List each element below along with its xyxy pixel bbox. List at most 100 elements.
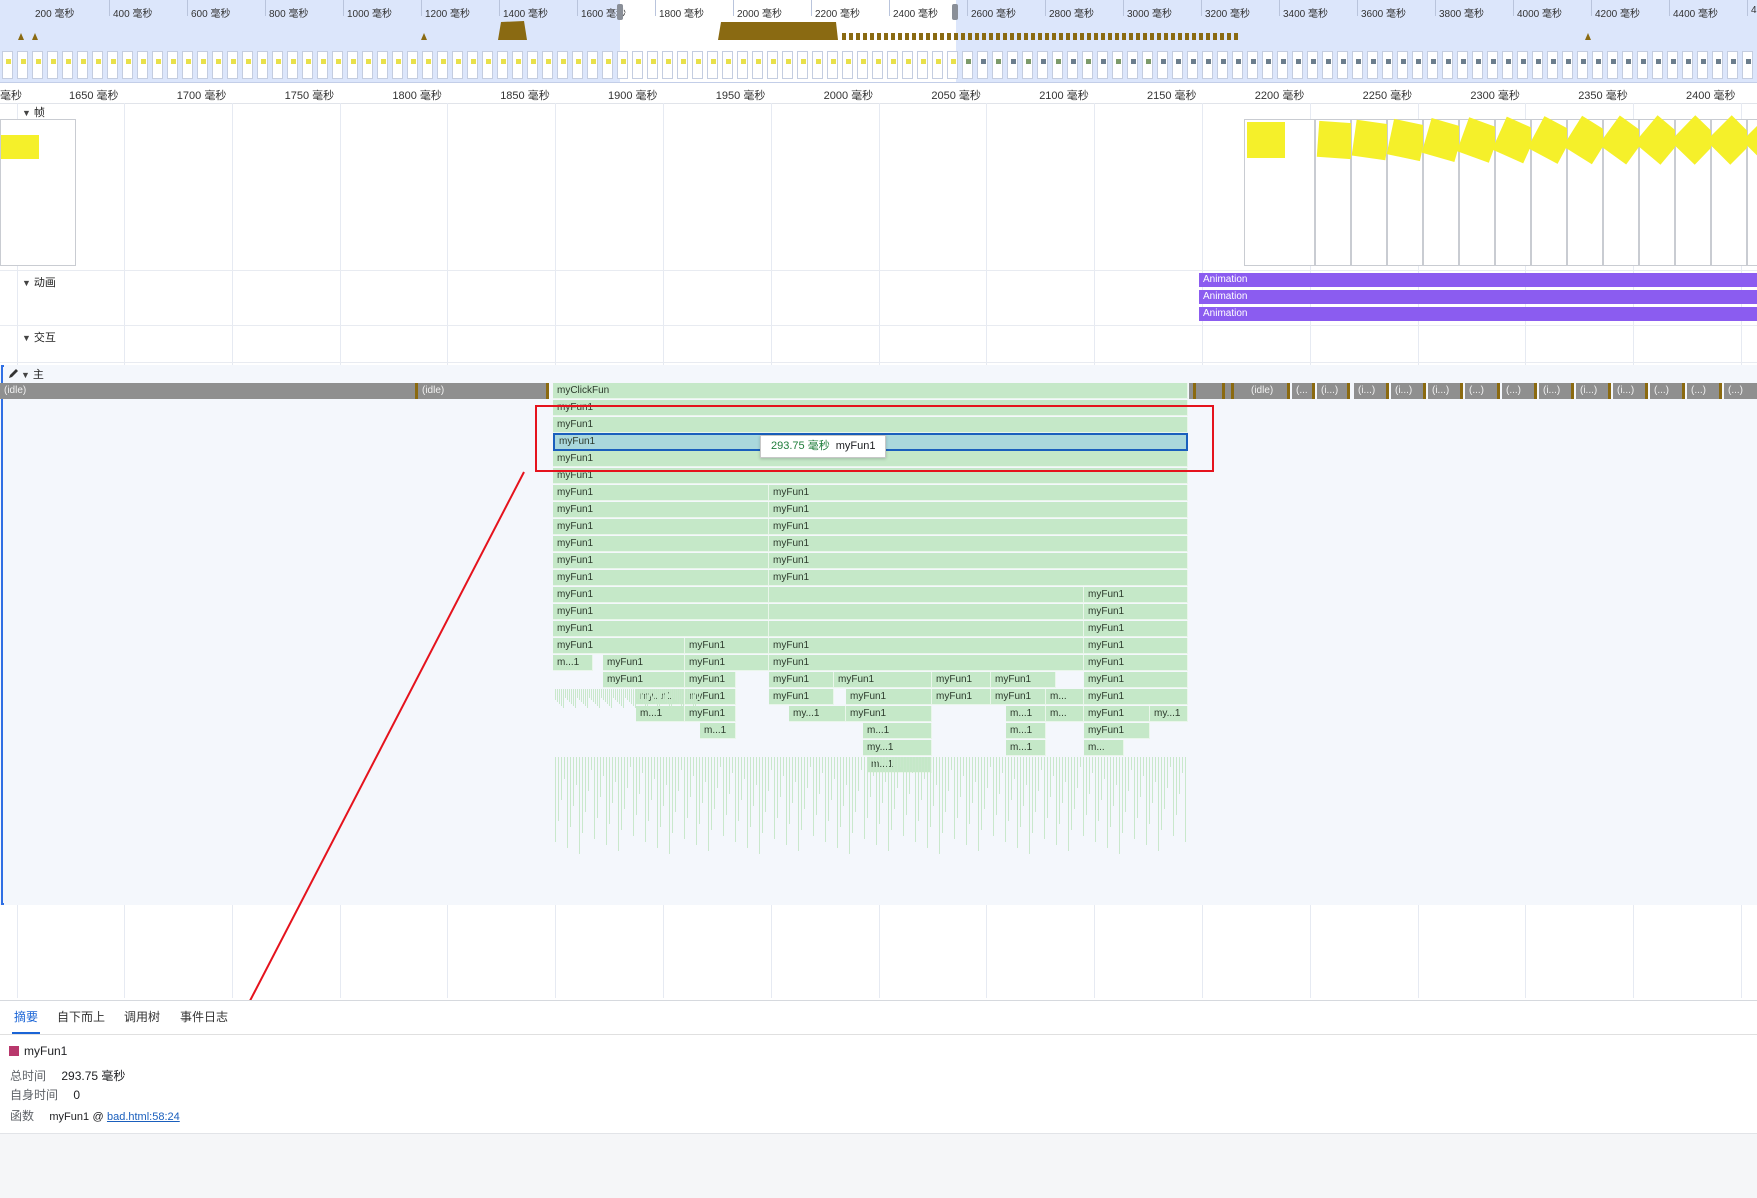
frame-thumbnail[interactable] <box>1386 118 1428 266</box>
idle-block[interactable]: (idle) <box>1247 383 1287 399</box>
call-bar[interactable]: myFun1 <box>769 689 834 705</box>
call-bar[interactable] <box>769 587 1084 603</box>
call-bar[interactable]: myFun1 <box>1084 604 1188 620</box>
call-bar[interactable]: myFun1 <box>553 570 769 586</box>
root-call-bar[interactable]: myClickFun <box>553 383 1188 399</box>
idle-block[interactable]: (...) <box>1687 383 1719 399</box>
collapse-triangle-icon[interactable]: ▼ <box>22 278 31 288</box>
call-bar[interactable]: myFun1 <box>603 655 685 671</box>
call-bar[interactable]: myFun1 <box>769 638 1084 654</box>
call-bar[interactable]: m... <box>1046 706 1084 722</box>
call-bar[interactable]: my...1 <box>863 740 932 756</box>
collapse-triangle-icon[interactable]: ▼ <box>22 333 31 343</box>
tab-call-tree[interactable]: 调用树 <box>122 1001 162 1034</box>
call-bar[interactable]: myFun1 <box>769 553 1188 569</box>
idle-block[interactable]: (i...) <box>1539 383 1571 399</box>
call-bar[interactable]: myFun1 <box>991 689 1046 705</box>
call-bar[interactable]: myFun1 <box>932 672 991 688</box>
call-bar[interactable]: myFun1 <box>769 655 1084 671</box>
animations-track-header[interactable]: ▼ 动画 <box>22 274 56 290</box>
call-bar[interactable]: myFun1 <box>603 672 685 688</box>
call-bar[interactable]: myFun1 <box>769 502 1188 518</box>
call-bar[interactable]: m...1 <box>636 706 685 722</box>
animation-bar[interactable]: Animation <box>1199 273 1757 287</box>
call-bar[interactable]: m...1 <box>1006 723 1046 739</box>
idle-block[interactable]: (...) <box>1724 383 1757 399</box>
call-bar[interactable]: my...1 <box>789 706 846 722</box>
frame-thumbnail[interactable] <box>1421 118 1465 266</box>
frames-track-header[interactable]: ▼ 帧 <box>22 104 45 120</box>
call-bar[interactable] <box>769 604 1084 620</box>
call-bar[interactable]: my...1 <box>1150 706 1188 722</box>
idle-block[interactable]: (idle) <box>0 383 415 399</box>
call-bar[interactable]: myFun1 <box>991 672 1056 688</box>
frame-thumbnail[interactable] <box>1563 115 1611 266</box>
call-bar[interactable]: myFun1 <box>1084 723 1150 739</box>
call-bar[interactable]: myFun1 <box>553 485 769 501</box>
frame-thumbnail[interactable] <box>1456 117 1502 266</box>
pencil-icon[interactable] <box>8 368 19 379</box>
tab-summary[interactable]: 摘要 <box>12 1001 41 1034</box>
call-bar[interactable]: myFun1 <box>553 519 769 535</box>
frame-thumbnail[interactable] <box>1527 116 1575 266</box>
function-source-link[interactable]: bad.html:58:24 <box>107 1111 180 1123</box>
animation-bar[interactable]: Animation <box>1199 307 1757 321</box>
call-bar[interactable]: myFun1 <box>1084 638 1188 654</box>
idle-block[interactable]: (...) <box>1502 383 1534 399</box>
call-bar[interactable]: myFun1 <box>846 706 932 722</box>
call-bar[interactable]: myFun1 <box>769 485 1188 501</box>
frame-thumbnail[interactable] <box>1492 116 1538 266</box>
call-bar[interactable]: myFun1 <box>1084 655 1188 671</box>
call-bar[interactable]: myFun1 <box>553 621 769 637</box>
call-bar[interactable]: myFun1 <box>685 638 769 654</box>
call-bar[interactable]: myFun1 <box>1084 706 1150 722</box>
call-bar[interactable]: myFun1 <box>769 672 834 688</box>
frame-thumbnail[interactable] <box>1315 119 1354 266</box>
call-bar[interactable]: myFun1 <box>553 536 769 552</box>
call-bar[interactable]: myFun1 <box>834 672 932 688</box>
idle-block[interactable]: (i...) <box>1576 383 1608 399</box>
call-bar[interactable]: myFun1 <box>553 604 769 620</box>
call-bar[interactable]: m...1 <box>700 723 736 739</box>
overview-right-handle[interactable] <box>952 4 958 20</box>
call-bar[interactable]: myFun1 <box>685 706 736 722</box>
call-bar[interactable]: myFun1 <box>1084 621 1188 637</box>
call-bar[interactable]: myFun1 <box>553 587 769 603</box>
call-bar[interactable]: m... <box>1046 689 1084 705</box>
call-bar[interactable]: myFun1 <box>553 638 685 654</box>
call-bar[interactable]: myFun1 <box>932 689 991 705</box>
idle-block[interactable]: (i...) <box>1354 383 1386 399</box>
call-bar[interactable]: m...1 <box>863 723 932 739</box>
main-track-header[interactable]: ▼ 主 <box>8 366 44 382</box>
idle-block[interactable]: (i...) <box>1613 383 1645 399</box>
call-bar[interactable]: m... <box>1084 740 1124 756</box>
idle-block[interactable]: (i...) <box>1428 383 1460 399</box>
idle-block[interactable]: (i...) <box>1317 383 1347 399</box>
frame-thumbnail[interactable] <box>1351 119 1391 266</box>
call-bar[interactable]: myFun1 <box>1084 672 1188 688</box>
idle-block[interactable]: (idle) <box>418 383 546 399</box>
frame-thumbnail[interactable] <box>1598 115 1648 266</box>
collapse-triangle-icon[interactable]: ▼ <box>21 370 30 380</box>
collapse-triangle-icon[interactable]: ▼ <box>22 108 31 118</box>
call-bar[interactable]: myFun1 <box>846 689 932 705</box>
call-bar[interactable]: myFun1 <box>553 502 769 518</box>
idle-block[interactable]: (i...) <box>1391 383 1423 399</box>
idle-block[interactable] <box>1189 383 1247 399</box>
call-bar[interactable]: myFun1 <box>1084 587 1188 603</box>
timeline-overview[interactable]: 200 毫秒 400 毫秒 600 毫秒 800 毫秒 1000 毫秒 1200 毫秒 14… <box>0 0 1757 83</box>
frame-thumbnail[interactable] <box>1742 115 1757 266</box>
overview-left-handle[interactable] <box>617 4 623 20</box>
interactions-track-header[interactable]: ▼ 交互 <box>22 329 56 345</box>
idle-block[interactable]: (...) <box>1650 383 1682 399</box>
idle-block[interactable]: (...) <box>1465 383 1497 399</box>
call-bar[interactable] <box>769 621 1084 637</box>
call-bar[interactable]: myFun1 <box>553 553 769 569</box>
frame-thumbnail[interactable] <box>0 119 76 266</box>
frame-thumbnail[interactable] <box>1244 119 1315 266</box>
call-bar[interactable]: myFun1 <box>769 570 1188 586</box>
call-bar[interactable]: myFun1 <box>1084 689 1188 705</box>
call-bar[interactable]: myFun1 <box>685 655 769 671</box>
call-bar[interactable]: myFun1 <box>769 536 1188 552</box>
tab-event-log[interactable]: 事件日志 <box>178 1001 230 1034</box>
